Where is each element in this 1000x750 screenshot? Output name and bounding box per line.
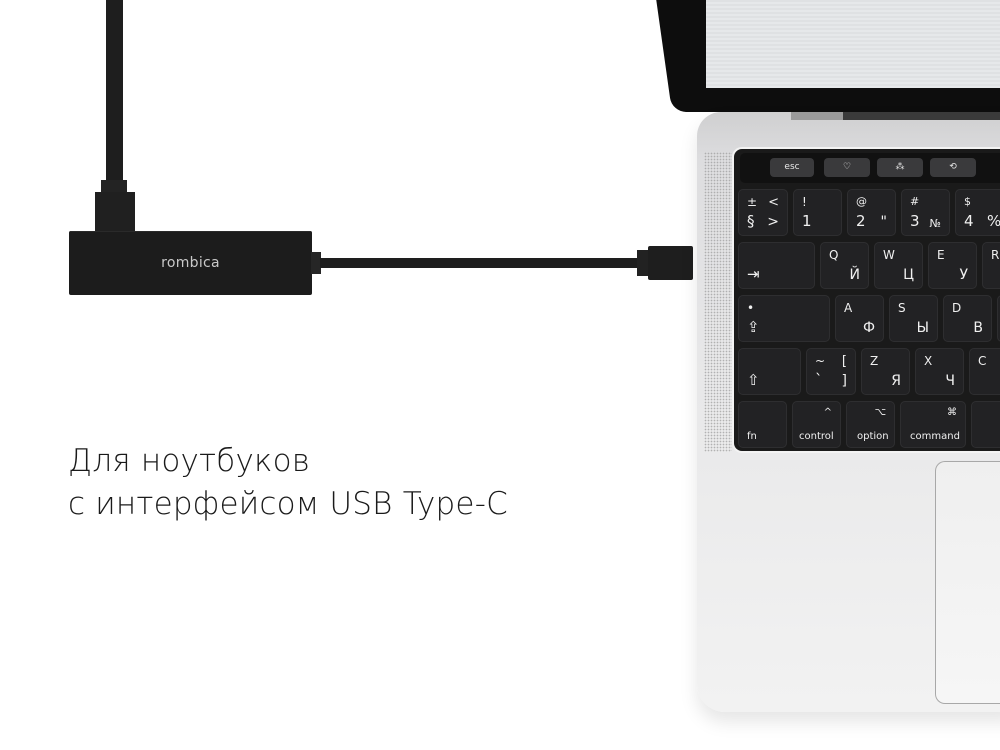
- key-label: Ф: [862, 320, 875, 336]
- key-label: command: [910, 431, 960, 442]
- key-e[interactable]: E У: [928, 242, 977, 289]
- key-label: В: [973, 320, 983, 336]
- key-d[interactable]: D В: [943, 295, 992, 342]
- laptop-hinge: [791, 112, 843, 120]
- trackpad[interactable]: [935, 461, 1000, 704]
- key-s[interactable]: S Ы: [889, 295, 938, 342]
- key-z[interactable]: Z Я: [861, 348, 910, 395]
- key-label: [: [841, 354, 847, 369]
- key-label: №: [929, 217, 941, 230]
- key-label: ": [880, 214, 887, 230]
- key-label: §: [747, 212, 755, 230]
- key-label: W: [883, 248, 895, 262]
- command-icon: ⌘: [947, 407, 957, 418]
- key-label: #: [910, 195, 920, 208]
- key-label: A: [844, 301, 853, 315]
- key-label: E: [937, 248, 945, 262]
- laptop-hinge-dark: [843, 112, 1000, 120]
- usb-a-plug: [95, 192, 135, 232]
- key-label: 2: [856, 212, 866, 230]
- key-label: S: [898, 301, 906, 315]
- speaker-grille: [704, 152, 732, 452]
- usb-c-cable: [320, 258, 638, 268]
- key-label: Й: [849, 267, 860, 283]
- key-label: Q: [829, 248, 839, 262]
- key-option[interactable]: ⌥ option: [846, 401, 895, 448]
- key-q[interactable]: Q Й: [820, 242, 869, 289]
- key-label: 4: [964, 212, 974, 230]
- key-label: %: [987, 212, 1000, 230]
- touchbar-esc-button[interactable]: esc: [770, 158, 814, 177]
- key-label: Ц: [903, 267, 914, 283]
- key-space[interactable]: [971, 401, 1000, 448]
- key-label: $: [964, 195, 971, 208]
- rombica-adapter-body: rombica: [69, 231, 312, 295]
- key-command[interactable]: ⌘ command: [900, 401, 966, 448]
- key-label: ~: [815, 354, 826, 368]
- key-control[interactable]: ^ control: [792, 401, 841, 448]
- key-label: Z: [870, 354, 879, 368]
- key-w[interactable]: W Ц: [874, 242, 923, 289]
- key-label: !: [802, 195, 807, 209]
- option-icon: ⌥: [874, 407, 886, 418]
- key-label: 3: [910, 212, 920, 230]
- key-label: У: [959, 267, 968, 283]
- key-label: D: [952, 301, 962, 315]
- caption-line-2: с интерфейсом USB Type-C: [68, 486, 508, 522]
- tab-icon: ⇥: [747, 265, 760, 283]
- key-label: Ч: [945, 373, 955, 389]
- key-label: ±: [747, 195, 758, 209]
- key-c[interactable]: C: [969, 348, 1000, 395]
- key-label: R: [991, 248, 1000, 262]
- key-label: control: [799, 431, 834, 442]
- key-label: <: [768, 195, 779, 210]
- key-shift[interactable]: ⇧: [738, 348, 801, 395]
- key-2[interactable]: @ 2 ": [847, 189, 896, 236]
- shift-icon: ⇧: [747, 371, 760, 389]
- key-caps-lock[interactable]: • ⇪: [738, 295, 830, 342]
- key-label: option: [857, 431, 889, 442]
- usb-a-cable: [106, 0, 123, 182]
- product-caption: Для ноутбуков с интерфейсом USB Type-C: [68, 440, 508, 526]
- laptop-screen: [706, 0, 1000, 88]
- heart-icon[interactable]: ♡: [824, 158, 870, 177]
- caps-indicator-icon: •: [747, 301, 755, 315]
- key-label: C: [978, 354, 987, 368]
- key-r[interactable]: R: [982, 242, 1000, 289]
- key-a[interactable]: A Ф: [835, 295, 884, 342]
- magic-wand-icon[interactable]: ⁂: [877, 158, 923, 177]
- key-3[interactable]: # 3 №: [901, 189, 950, 236]
- caption-line-1: Для ноутбуков: [68, 443, 311, 479]
- key-4[interactable]: $ 4 %: [955, 189, 1000, 236]
- control-icon: ^: [823, 407, 832, 418]
- key-tilde[interactable]: ~ [ ` ]: [806, 348, 856, 395]
- key-label: @: [856, 195, 867, 208]
- key-label: Ы: [916, 320, 929, 336]
- key-1[interactable]: ! 1: [793, 189, 842, 236]
- key-label: fn: [747, 431, 757, 442]
- rotate-icon[interactable]: ⟲: [930, 158, 976, 177]
- caps-lock-icon: ⇪: [747, 318, 760, 336]
- brand-logo: rombica: [161, 255, 220, 271]
- key-fn[interactable]: fn: [738, 401, 787, 448]
- key-label: 1: [802, 212, 812, 230]
- key-tab[interactable]: ⇥: [738, 242, 815, 289]
- key-label: X: [924, 354, 933, 368]
- usb-c-plug: [648, 246, 693, 280]
- key-label: >: [767, 214, 779, 230]
- key-x[interactable]: X Ч: [915, 348, 964, 395]
- key-section[interactable]: ± < § >: [738, 189, 788, 236]
- key-label: `: [815, 371, 823, 389]
- key-label: Я: [891, 373, 901, 389]
- key-label: ]: [841, 373, 847, 389]
